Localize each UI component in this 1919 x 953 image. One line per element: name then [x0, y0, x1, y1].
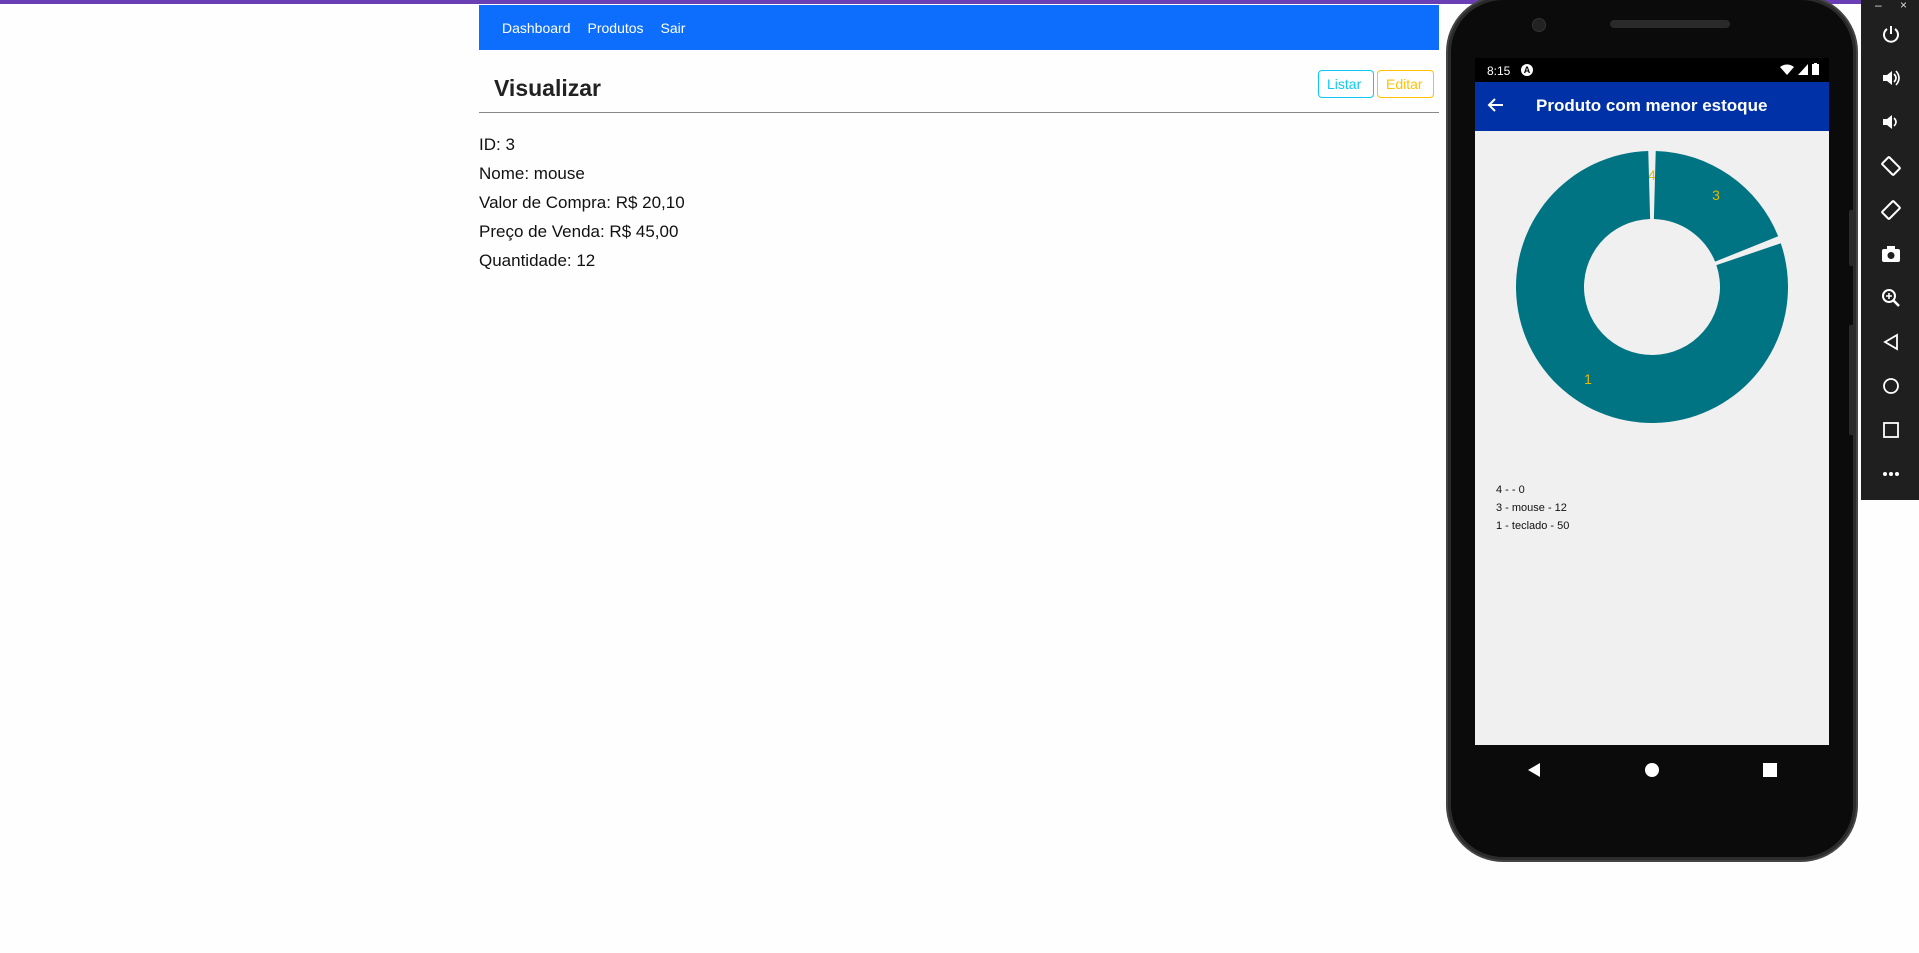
- top-navbar: Dashboard Produtos Sair: [479, 5, 1439, 50]
- nav-overview-icon[interactable]: [1763, 763, 1778, 777]
- product-details: ID: 3 Nome: mouse Valor de Compra: R$ 20…: [479, 130, 685, 275]
- slice-label-3: 3: [1712, 187, 1720, 203]
- slice-label-4: 4: [1648, 167, 1656, 183]
- listar-button[interactable]: Listar: [1318, 70, 1374, 98]
- overview-icon[interactable]: [1877, 416, 1905, 444]
- back-arrow-icon[interactable]: [1487, 96, 1505, 114]
- phone-screen: 8:15 A Produto com menor estoque 4 3 1 4 -…: [1475, 58, 1829, 745]
- nav-produtos[interactable]: Produtos: [588, 20, 644, 36]
- android-nav-bar: [1475, 745, 1829, 795]
- phone-volume-key: [1849, 325, 1855, 435]
- page-title: Visualizar: [494, 75, 601, 101]
- back-icon[interactable]: [1877, 328, 1905, 356]
- status-bar: 8:15 A: [1475, 58, 1829, 82]
- donut-slice-3: [1653, 151, 1779, 262]
- wifi-icon: [1780, 64, 1794, 75]
- donut-chart-svg: 4 3 1: [1516, 151, 1788, 423]
- legend-item: 1 - teclado - 50: [1496, 520, 1570, 532]
- nav-back-icon[interactable]: [1527, 762, 1541, 778]
- status-notification-icon: A: [1521, 64, 1533, 76]
- rotate-left-icon[interactable]: [1877, 152, 1905, 180]
- app-bar-title: Produto com menor estoque: [1536, 96, 1768, 115]
- minimize-icon[interactable]: –: [1875, 0, 1882, 12]
- legend-item: 3 - mouse - 12: [1496, 502, 1567, 514]
- slice-label-1: 1: [1584, 371, 1592, 387]
- status-time: 8:15: [1487, 64, 1511, 78]
- app-bar: Produto com menor estoque: [1475, 82, 1829, 131]
- close-icon[interactable]: ×: [1900, 0, 1907, 12]
- zoom-icon[interactable]: [1877, 284, 1905, 312]
- title-divider: [479, 112, 1439, 113]
- home-icon[interactable]: [1877, 372, 1905, 400]
- more-icon[interactable]: [1877, 460, 1905, 488]
- editar-button[interactable]: Editar: [1377, 70, 1434, 98]
- front-camera: [1532, 18, 1546, 32]
- donut-chart: 4 3 1: [1475, 131, 1829, 461]
- detail-valor-compra: Valor de Compra: R$ 20,10: [479, 193, 685, 212]
- detail-preco-venda: Preço de Venda: R$ 45,00: [479, 222, 679, 241]
- volume-down-icon[interactable]: [1877, 108, 1905, 136]
- chart-legend: 4 - - 0 3 - mouse - 12 1 - teclado - 50: [1496, 481, 1569, 535]
- volume-up-icon[interactable]: [1877, 64, 1905, 92]
- phone-power-key: [1849, 210, 1855, 266]
- nav-home-icon[interactable]: [1644, 762, 1660, 778]
- detail-nome: Nome: mouse: [479, 164, 585, 183]
- legend-item: 4 - - 0: [1496, 484, 1525, 496]
- emulator-window-controls: – ×: [1861, 0, 1919, 14]
- nav-dashboard[interactable]: Dashboard: [502, 20, 571, 36]
- power-icon[interactable]: [1877, 20, 1905, 48]
- nav-sair[interactable]: Sair: [661, 20, 686, 36]
- detail-quantidade: Quantidade: 12: [479, 251, 596, 270]
- signal-icon: [1798, 63, 1808, 75]
- battery-icon: [1812, 63, 1819, 75]
- detail-id: ID: 3: [479, 135, 515, 154]
- camera-icon[interactable]: [1877, 240, 1905, 268]
- rotate-right-icon[interactable]: [1877, 196, 1905, 224]
- earpiece-speaker: [1610, 20, 1730, 28]
